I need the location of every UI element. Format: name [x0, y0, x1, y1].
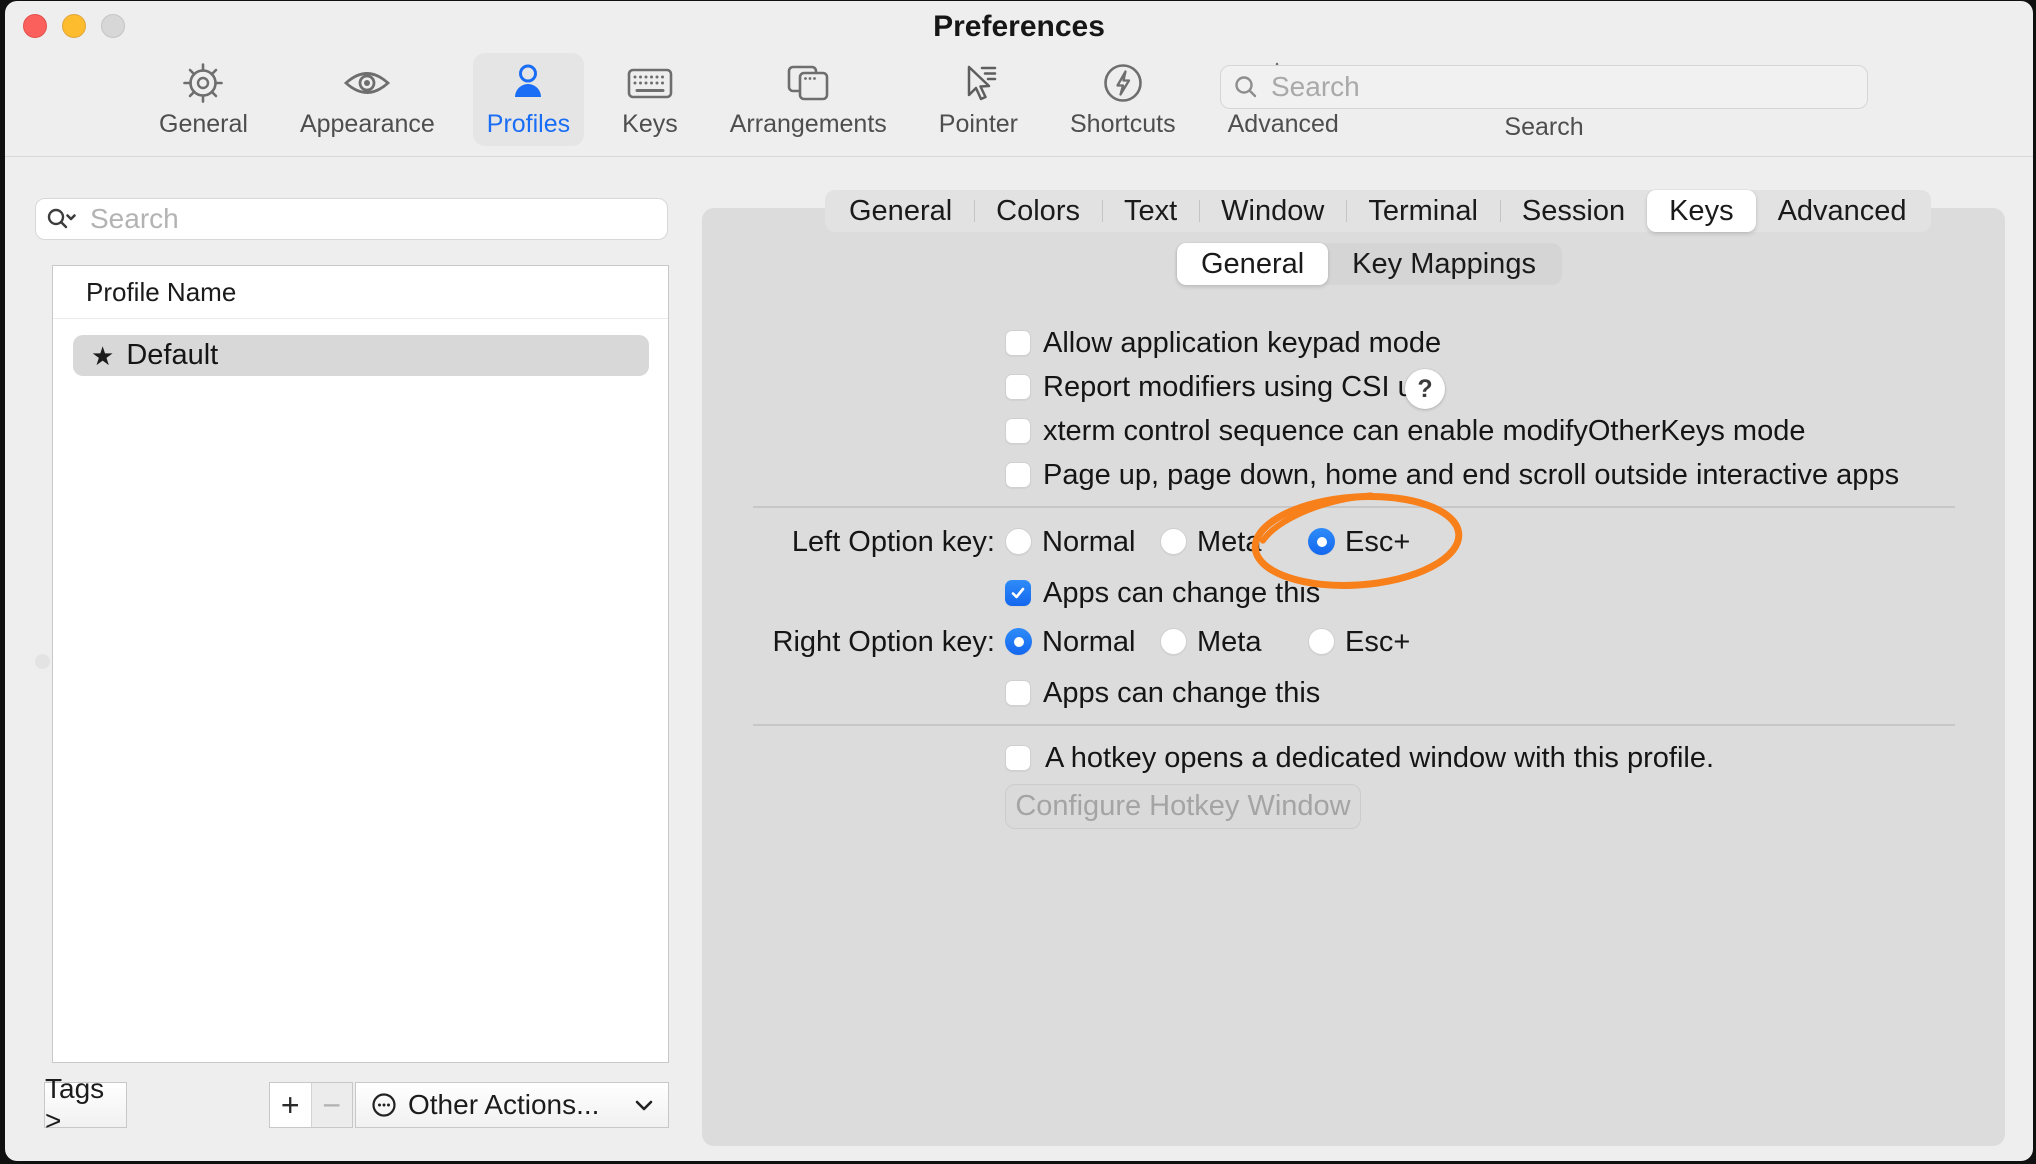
radio-label[interactable]: Normal: [1042, 525, 1135, 559]
radio-left-option-esc[interactable]: [1308, 528, 1335, 555]
radio-left-option-normal[interactable]: [1005, 528, 1032, 555]
toolbar-item-general[interactable]: General: [145, 53, 262, 146]
eye-icon: [342, 58, 392, 108]
checkbox-label[interactable]: Report modifiers using CSI u: [1043, 370, 1414, 404]
checkbox-modifyotherkeys[interactable]: [1005, 418, 1031, 444]
toolbar-divider: [5, 156, 2033, 157]
profile-search-field[interactable]: [35, 198, 668, 240]
checkbox-left-apps-can-change[interactable]: [1005, 580, 1031, 606]
keys-subtabbar: General Key Mappings: [1175, 243, 1562, 285]
toolbar-item-profiles[interactable]: Profiles: [473, 53, 584, 146]
profile-search-input[interactable]: [88, 202, 657, 236]
profile-list-header: Profile Name: [53, 266, 668, 319]
toolbar-item-shortcuts[interactable]: Shortcuts: [1056, 53, 1190, 146]
radio-right-option-normal[interactable]: [1005, 628, 1032, 655]
add-profile-button[interactable]: +: [270, 1083, 311, 1127]
toolbar-search-caption: Search: [1220, 113, 1868, 142]
toolbar-label: Pointer: [939, 110, 1018, 139]
checkbox-scroll-outside-apps[interactable]: [1005, 462, 1031, 488]
left-option-key-label: Left Option key:: [705, 525, 995, 559]
radio-label[interactable]: Meta: [1197, 625, 1261, 659]
other-actions-dropdown[interactable]: Other Actions...: [355, 1082, 669, 1128]
gear-icon: [178, 58, 228, 108]
lightning-icon: [1098, 58, 1148, 108]
star-icon: ★: [91, 343, 114, 369]
other-actions-label: Other Actions...: [408, 1089, 624, 1121]
separator: [753, 724, 1955, 726]
separator: [753, 506, 1955, 508]
add-remove-group: + −: [269, 1082, 353, 1128]
checkbox-application-keypad[interactable]: [1005, 330, 1031, 356]
tab-session[interactable]: Session: [1500, 190, 1647, 232]
remove-profile-button[interactable]: −: [311, 1083, 353, 1127]
circled-ellipsis-icon: [370, 1091, 398, 1119]
checkbox-label[interactable]: Page up, page down, home and end scroll …: [1043, 458, 1899, 492]
toolbar-search-input[interactable]: [1269, 70, 1855, 104]
cursor-icon: [953, 58, 1003, 108]
tags-button[interactable]: Tags >: [44, 1082, 127, 1128]
titlebar: Preferences: [5, 1, 2033, 51]
window-title: Preferences: [5, 10, 2033, 44]
radio-right-option-esc[interactable]: [1308, 628, 1335, 655]
checkbox-right-apps-can-change[interactable]: [1005, 680, 1031, 706]
profile-row-default[interactable]: ★ Default: [73, 335, 649, 376]
radio-right-option-meta[interactable]: [1160, 628, 1187, 655]
checkbox-label[interactable]: A hotkey opens a dedicated window with t…: [1045, 741, 1714, 775]
search-icon: [1233, 74, 1259, 100]
windows-icon: [783, 58, 833, 108]
tab-general[interactable]: General: [827, 190, 974, 232]
checkbox-label[interactable]: xterm control sequence can enable modify…: [1043, 414, 1805, 448]
person-icon: [503, 58, 553, 108]
toolbar-label: Arrangements: [730, 110, 887, 139]
toolbar-search-field[interactable]: [1220, 65, 1868, 109]
checkbox-label[interactable]: Apps can change this: [1043, 676, 1320, 710]
configure-hotkey-window-button[interactable]: Configure Hotkey Window: [1005, 784, 1361, 829]
tab-terminal[interactable]: Terminal: [1346, 190, 1500, 232]
toolbar-label: General: [159, 110, 248, 139]
tab-text[interactable]: Text: [1102, 190, 1199, 232]
chevron-down-icon: [634, 1099, 654, 1112]
help-button[interactable]: ?: [1405, 369, 1445, 409]
radio-label[interactable]: Esc+: [1345, 625, 1410, 659]
toolbar-label: Appearance: [300, 110, 435, 139]
toolbar-label: Keys: [622, 110, 678, 139]
toolbar-item-arrangements[interactable]: Arrangements: [716, 53, 901, 146]
search-filter-icon: [46, 206, 80, 232]
radio-label[interactable]: Normal: [1042, 625, 1135, 659]
profile-name: Default: [126, 339, 218, 372]
toolbar-label: Profiles: [487, 110, 570, 139]
profile-tabbar: General Colors Text Window Terminal Sess…: [825, 190, 1931, 232]
tab-advanced[interactable]: Advanced: [1756, 190, 1929, 232]
checkbox-label[interactable]: Apps can change this: [1043, 576, 1320, 610]
subtab-key-mappings[interactable]: Key Mappings: [1328, 243, 1560, 285]
toolbar-item-pointer[interactable]: Pointer: [925, 53, 1032, 146]
toolbar: General Appearance Profiles: [145, 53, 1353, 146]
radio-label[interactable]: Esc+: [1345, 525, 1410, 559]
right-option-key-label: Right Option key:: [705, 625, 995, 659]
tab-window[interactable]: Window: [1199, 190, 1346, 232]
checkbox-hotkey-window[interactable]: [1005, 745, 1031, 771]
toolbar-label: Shortcuts: [1070, 110, 1176, 139]
subtab-general[interactable]: General: [1177, 243, 1328, 285]
radio-label[interactable]: Meta: [1197, 525, 1261, 559]
list-edge-dot: [35, 654, 50, 669]
preferences-window: Preferences General: [5, 1, 2033, 1161]
tab-keys[interactable]: Keys: [1647, 190, 1755, 232]
checkbox-label[interactable]: Allow application keypad mode: [1043, 326, 1441, 360]
toolbar-item-appearance[interactable]: Appearance: [286, 53, 449, 146]
radio-left-option-meta[interactable]: [1160, 528, 1187, 555]
tab-colors[interactable]: Colors: [974, 190, 1102, 232]
checkbox-csi-u[interactable]: [1005, 374, 1031, 400]
toolbar-item-keys[interactable]: Keys: [608, 53, 692, 146]
profile-list: Profile Name ★ Default: [52, 265, 669, 1063]
keyboard-icon: [625, 58, 675, 108]
